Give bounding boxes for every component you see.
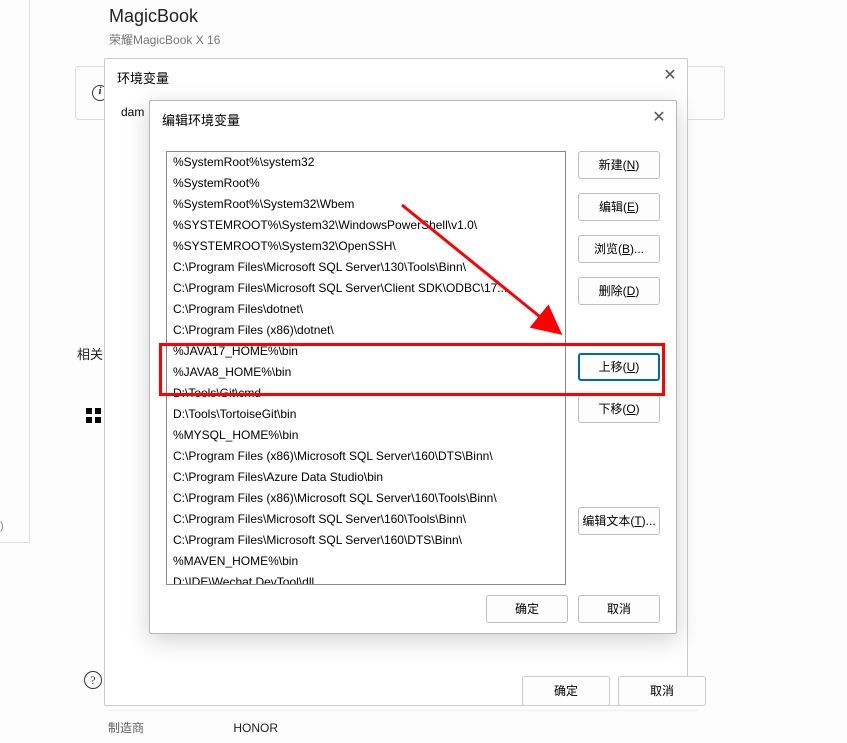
- list-item[interactable]: C:\Program Files\Microsoft SQL Server\13…: [167, 257, 565, 278]
- list-item[interactable]: C:\Program Files\Microsoft SQL Server\16…: [167, 530, 565, 551]
- env-ok-button[interactable]: 确定: [522, 676, 610, 706]
- list-item[interactable]: C:\Program Files (x86)\Microsoft SQL Ser…: [167, 488, 565, 509]
- list-item[interactable]: %JAVA8_HOME%\bin: [167, 362, 565, 383]
- move-down-button[interactable]: 下移(O): [578, 395, 660, 423]
- section-related: 相关: [77, 344, 103, 363]
- ok-button[interactable]: 确定: [486, 595, 568, 623]
- list-item[interactable]: C:\Program Files\dotnet\: [167, 299, 565, 320]
- help-icon[interactable]: ?: [84, 671, 102, 689]
- close-icon[interactable]: ✕: [659, 65, 681, 87]
- device-title: MagicBook: [109, 6, 725, 27]
- browse-button[interactable]: 浏览(B)...: [578, 235, 660, 263]
- list-item[interactable]: D:\Tools\TortoiseGit\bin: [167, 404, 565, 425]
- list-item[interactable]: C:\Program Files\Microsoft SQL Server\Cl…: [167, 278, 565, 299]
- windows-icon: [86, 408, 102, 424]
- dialog-titlebar[interactable]: 环境变量 ✕: [105, 59, 687, 95]
- user-vars-group-label: dam: [121, 105, 144, 119]
- edit-button[interactable]: 编辑(E): [578, 193, 660, 221]
- edit-text-button[interactable]: 编辑文本(T)...: [578, 507, 660, 535]
- list-item[interactable]: C:\Program Files (x86)\dotnet\: [167, 320, 565, 341]
- list-item[interactable]: D:\IDE\Wechat DevTool\dll: [167, 572, 565, 585]
- close-icon[interactable]: ✕: [648, 107, 670, 129]
- dialog-titlebar[interactable]: 编辑环境变量 ✕: [150, 101, 676, 137]
- dialog-title: 环境变量: [117, 68, 169, 87]
- move-up-button[interactable]: 上移(U): [578, 353, 660, 381]
- button-column: 新建(N) 编辑(E) 浏览(B)... 删除(D) 上移(U) 下移(O): [578, 151, 660, 585]
- env-cancel-button[interactable]: 取消: [618, 676, 706, 706]
- list-item[interactable]: %SYSTEMROOT%\System32\WindowsPowerShell\…: [167, 215, 565, 236]
- dialog-title: 编辑环境变量: [162, 110, 240, 129]
- list-item[interactable]: D:\Tools\Git\cmd: [167, 383, 565, 404]
- left-pane-edge: [0, 0, 30, 543]
- list-item[interactable]: %SystemRoot%\System32\Wbem: [167, 194, 565, 215]
- list-item[interactable]: %JAVA17_HOME%\bin: [167, 341, 565, 362]
- edit-env-var-dialog: 编辑环境变量 ✕ %SystemRoot%\system32 %SystemRo…: [149, 100, 677, 634]
- list-item[interactable]: %MAVEN_HOME%\bin: [167, 551, 565, 572]
- new-button[interactable]: 新建(N): [578, 151, 660, 179]
- cancel-button[interactable]: 取消: [578, 595, 660, 623]
- manufacturer-row: 制造商 HONOR: [108, 710, 698, 740]
- list-item[interactable]: %MYSQL_HOME%\bin: [167, 425, 565, 446]
- manufacturer-label: 制造商: [108, 721, 144, 735]
- device-subtitle: 荣耀MagicBook X 16: [109, 31, 725, 48]
- list-item[interactable]: C:\Program Files\Azure Data Studio\bin: [167, 467, 565, 488]
- delete-button[interactable]: 删除(D): [578, 277, 660, 305]
- list-item[interactable]: C:\Program Files (x86)\Microsoft SQL Ser…: [167, 446, 565, 467]
- list-item[interactable]: %SystemRoot%\system32: [167, 152, 565, 173]
- manufacturer-value: HONOR: [233, 721, 278, 735]
- list-item[interactable]: %SystemRoot%: [167, 173, 565, 194]
- list-item[interactable]: C:\Program Files\Microsoft SQL Server\16…: [167, 509, 565, 530]
- path-listbox[interactable]: %SystemRoot%\system32 %SystemRoot% %Syst…: [166, 151, 566, 585]
- left-pane-label: ): [0, 520, 4, 532]
- list-item[interactable]: %SYSTEMROOT%\System32\OpenSSH\: [167, 236, 565, 257]
